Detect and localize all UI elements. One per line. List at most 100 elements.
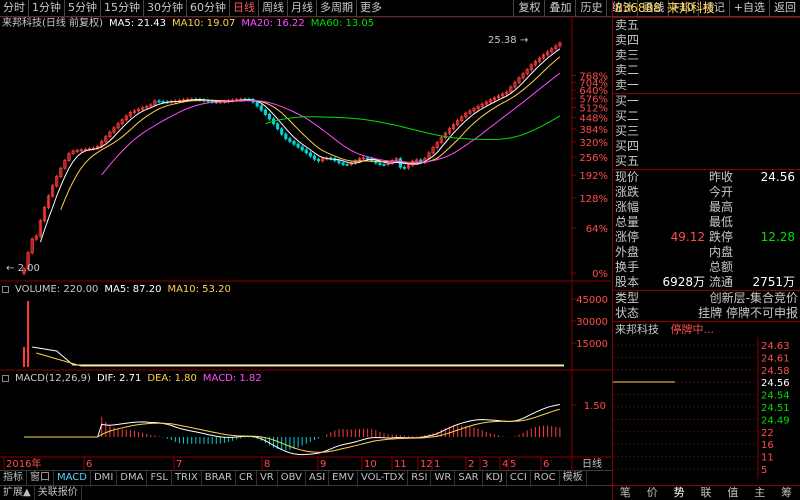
period-tab-8[interactable]: 月线 — [288, 0, 316, 17]
indicator-tab-8[interactable]: CR — [236, 471, 257, 485]
x-tick-label: 12 — [420, 459, 433, 470]
buy-orders: 买一 买二 买三 买四 买五 — [613, 94, 800, 169]
percent-axis: 768%704%640%576%512%448%384%320%256%192%… — [579, 72, 608, 281]
macd-dea: DEA: 1.80 — [147, 373, 197, 384]
stat-label: 总额 — [709, 260, 734, 274]
period-tab-4[interactable]: 30分钟 — [144, 0, 186, 17]
period-tab-2[interactable]: 5分钟 — [65, 0, 100, 17]
type-label: 类型 — [615, 291, 640, 305]
indicator-tab-19[interactable]: ROC — [531, 471, 560, 485]
toolbar-button-1[interactable]: 叠加 — [544, 0, 575, 17]
stat-label: 总量 — [615, 215, 640, 229]
candle-body — [296, 143, 300, 148]
related-quote-button[interactable]: 关联报价 — [35, 486, 82, 500]
status-row: 状态 挂牌 停牌不可申报 — [613, 306, 800, 321]
indicator-tab-4[interactable]: DMA — [117, 471, 148, 485]
volume-bar — [27, 301, 30, 367]
macd-title: MACD(12,26,9) — [15, 373, 91, 384]
panel-switch-4[interactable]: 值 — [719, 486, 746, 500]
indicator-tab-17[interactable]: KDJ — [483, 471, 507, 485]
period-tab-10[interactable]: 更多 — [357, 0, 385, 17]
volume-layer: 45000 30000 15000 — [23, 295, 608, 367]
indicator-tab-16[interactable]: SAR — [455, 471, 483, 485]
macd-tick-label: 1.50 — [584, 401, 606, 412]
period-tab-5[interactable]: 60分钟 — [187, 0, 229, 17]
stat-row: 涨幅 最高 — [613, 200, 800, 215]
mini-status: 停牌中... — [670, 323, 715, 336]
stat-value — [735, 245, 797, 260]
stat-label: 外盘 — [615, 245, 640, 259]
type-row: 类型 创新层-集合竞价 — [613, 291, 800, 306]
indicator-tab-0[interactable]: 指标 — [0, 471, 27, 485]
indicator-tab-15[interactable]: WR — [431, 471, 456, 485]
panel-switch-bar: 笔价势联值主筹 — [612, 485, 800, 500]
period-tab-7[interactable]: 周线 — [259, 0, 287, 17]
toolbar-button-2[interactable]: 历史 — [575, 0, 606, 17]
x-tick-label: 4 — [502, 459, 508, 470]
indicator-tab-5[interactable]: FSL — [147, 471, 172, 485]
period-tab-3[interactable]: 15分钟 — [101, 0, 143, 17]
panel-switch-0[interactable]: 笔 — [612, 486, 639, 500]
mini-title: 来邦科技 — [615, 323, 659, 336]
buy-label: 买二 — [615, 109, 640, 123]
indicator-tab-20[interactable]: 模板 — [560, 471, 587, 485]
macd-collapse-icon[interactable] — [2, 375, 9, 382]
stat-label: 涨跌 — [615, 185, 640, 199]
buy-label: 买四 — [615, 139, 640, 153]
period-tab-0[interactable]: 分时 — [0, 0, 28, 17]
sell-label: 卖三 — [615, 48, 640, 62]
macd-dif: DIF: 2.71 — [96, 373, 142, 384]
buy-row: 买三 — [613, 124, 800, 139]
panel-switch-5[interactable]: 主 — [746, 486, 773, 500]
x-tick-label: 10 — [364, 459, 377, 470]
period-tab-1[interactable]: 1分钟 — [29, 0, 64, 17]
indicator-tab-3[interactable]: DMI — [91, 471, 118, 485]
pct-tick-label: 64% — [586, 224, 608, 235]
buy-row: 买五 — [613, 154, 800, 169]
x-axis-labels: 2016年 6 7 8 9 10 11 12 1 2 3 4 5 6 日线 — [3, 457, 602, 470]
candle-body — [280, 128, 284, 135]
indicator-tab-6[interactable]: TRIX — [172, 471, 202, 485]
mini-tick-label: 24.54 — [761, 391, 790, 402]
stat-value — [641, 245, 705, 260]
indicator-tab-13[interactable]: VOL-TDX — [358, 471, 409, 485]
ma10-line — [60, 56, 561, 210]
panel-switch-2[interactable]: 势 — [666, 486, 693, 500]
stat-label: 换手 — [615, 260, 640, 274]
indicator-tab-2[interactable]: MACD — [54, 471, 91, 485]
mini-chart[interactable]: 24.6324.61 24.5824.56 24.5424.5124.49 2216 1… — [613, 337, 800, 479]
stat-row: 外盘 内盘 — [613, 245, 800, 260]
toolbar-button-0[interactable]: 复权 — [513, 0, 544, 17]
high-label: 25.38 → — [488, 35, 529, 46]
candle-body — [267, 113, 272, 120]
kline-chart-area[interactable]: 45000 30000 15000 1.50 2016年 6 7 8 9 10 11 12 1 2 3 4… — [0, 16, 611, 470]
stat-value: 49.12 — [670, 230, 705, 244]
volume-legend: VOLUME: 220.00 MA5: 87.20 MA10: 53.20 — [2, 283, 231, 296]
x-tick-label: 6 — [543, 459, 549, 470]
panel-switch-1[interactable]: 价 — [639, 486, 666, 500]
stat-value — [641, 170, 705, 185]
indicator-tab-18[interactable]: CCI — [507, 471, 531, 485]
x-tick-label: 3 — [482, 459, 488, 470]
expand-button[interactable]: 扩展▲ — [0, 486, 35, 500]
stat-row: 涨停 49.12 跌停 12.28 — [613, 230, 800, 245]
mini-tick-label: 24.49 — [761, 415, 790, 426]
candle-body — [345, 164, 349, 166]
sell-label: 卖四 — [615, 33, 640, 47]
panel-switch-6[interactable]: 筹 — [773, 486, 800, 500]
indicator-tab-7[interactable]: BRAR — [202, 471, 236, 485]
period-tab-9[interactable]: 多周期 — [317, 0, 356, 17]
period-tab-6[interactable]: 日线 — [230, 0, 258, 17]
indicator-tab-14[interactable]: RSI — [408, 471, 432, 485]
indicator-tab-9[interactable]: VR — [257, 471, 278, 485]
pct-tick-label: 128% — [579, 194, 608, 205]
volume-collapse-icon[interactable] — [2, 286, 9, 293]
mini-tick-label: 24.58 — [761, 366, 790, 377]
panel-switch-3[interactable]: 联 — [693, 486, 720, 500]
indicator-tab-12[interactable]: EMV — [329, 471, 358, 485]
indicator-tab-11[interactable]: ASI — [306, 471, 330, 485]
indicator-tab-1[interactable]: 窗口 — [27, 471, 54, 485]
stat-label: 股本 — [615, 275, 640, 289]
x-tick-label: 2016年 — [6, 457, 41, 470]
indicator-tab-10[interactable]: OBV — [278, 471, 306, 485]
